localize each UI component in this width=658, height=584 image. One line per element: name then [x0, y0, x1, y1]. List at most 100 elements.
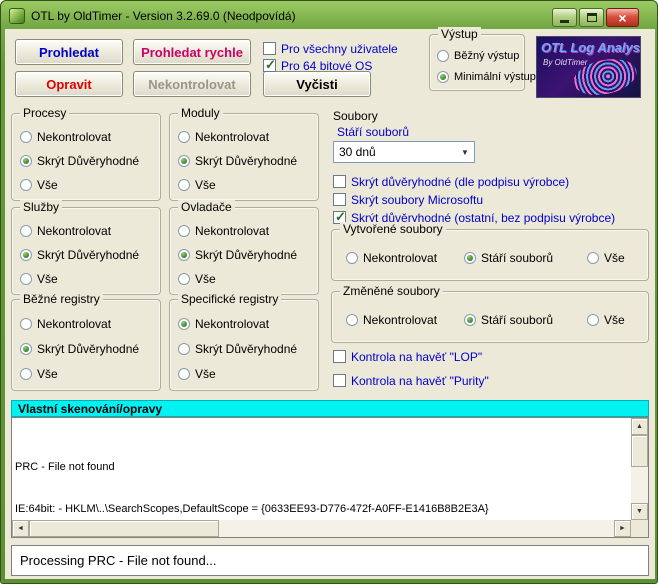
radio-selected-icon	[464, 252, 476, 264]
radio-drivers-all[interactable]: Vše	[178, 271, 216, 286]
radio-created-none[interactable]: Nekontrolovat	[346, 250, 437, 265]
radio-services-hide-trusted[interactable]: Skrýt Důvěryhodné	[20, 247, 139, 262]
checkbox-purity[interactable]: Kontrola na havěť "Purity"	[333, 373, 489, 388]
radio-icon	[178, 343, 190, 355]
radio-icon	[587, 314, 599, 326]
window-title: OTL by OldTimer - Version 3.2.69.0 (Neod…	[31, 9, 296, 23]
output-group-title: Výstup	[438, 27, 481, 41]
radio-label: Nekontrolovat	[363, 251, 437, 265]
radio-services-none[interactable]: Nekontrolovat	[20, 223, 111, 238]
radio-icon	[178, 131, 190, 143]
radio-selected-icon	[20, 155, 32, 167]
file-age-select[interactable]: 30 dnů ▼	[333, 141, 475, 163]
radio-label: Běžný výstup	[454, 50, 519, 62]
radio-standard-registry-hide-trusted[interactable]: Skrýt Důvěryhodné	[20, 341, 139, 356]
up-arrow-icon: ▲	[636, 423, 643, 430]
group-title: Běžné registry	[20, 292, 103, 306]
radio-label: Vše	[37, 272, 58, 286]
maximize-icon	[587, 13, 597, 22]
minimize-icon	[560, 20, 569, 23]
radio-output-minimal[interactable]: Minimální výstup	[437, 69, 536, 84]
scroll-up-button[interactable]: ▲	[631, 418, 648, 435]
none-button[interactable]: Nekontrolovat	[133, 71, 251, 97]
files-section-label: Soubory	[333, 109, 378, 123]
minimize-button[interactable]	[552, 8, 577, 27]
right-arrow-icon: ►	[619, 525, 626, 532]
scroll-left-button[interactable]: ◄	[12, 520, 29, 537]
radio-selected-icon	[178, 155, 190, 167]
custom-scan-header: Vlastní skenování/opravy	[11, 400, 649, 417]
radio-services-all[interactable]: Vše	[20, 271, 58, 286]
checkbox-label: Skrýt soubory Microsoftu	[351, 193, 483, 207]
radio-standard-registry-none[interactable]: Nekontrolovat	[20, 316, 111, 331]
quick-scan-button[interactable]: Prohledat rychle	[133, 39, 251, 65]
radio-modified-age[interactable]: Stáří souborů	[464, 312, 553, 327]
custom-scan-text[interactable]: PRC - File not found IE:64bit: - HKLM\..…	[15, 420, 629, 518]
radio-modules-all[interactable]: Vše	[178, 177, 216, 192]
group-custom-registry: Specifické registry Nekontrolovat Skrýt …	[169, 299, 319, 391]
scan-button[interactable]: Prohledat	[15, 39, 123, 65]
group-title: Služby	[20, 200, 62, 214]
radio-created-age[interactable]: Stáří souborů	[464, 250, 553, 265]
radio-label: Nekontrolovat	[195, 224, 269, 238]
radio-custom-registry-none[interactable]: Nekontrolovat	[178, 316, 269, 331]
radio-icon	[20, 318, 32, 330]
radio-created-all[interactable]: Vše	[587, 250, 625, 265]
radio-label: Nekontrolovat	[195, 317, 269, 331]
horizontal-scrollbar[interactable]: ◄ ►	[12, 520, 631, 537]
radio-custom-registry-all[interactable]: Vše	[178, 366, 216, 381]
radio-label: Skrýt Důvěryhodné	[195, 248, 297, 262]
radio-processes-none[interactable]: Nekontrolovat	[20, 129, 111, 144]
radio-label: Skrýt Důvěryhodné	[195, 342, 297, 356]
radio-modules-none[interactable]: Nekontrolovat	[178, 129, 269, 144]
log-area[interactable]: PRC - File not found IE:64bit: - HKLM\..…	[11, 417, 649, 538]
log-line: PRC - File not found	[15, 460, 629, 474]
radio-label: Vše	[604, 251, 625, 265]
group-title: Procesy	[20, 106, 69, 120]
status-bar: Processing PRC - File not found...	[11, 545, 649, 576]
radio-icon	[587, 252, 599, 264]
group-created-files: Vytvořené soubory Nekontrolovat Stáří so…	[331, 229, 649, 281]
radio-selected-icon	[20, 249, 32, 261]
radio-processes-hide-trusted[interactable]: Skrýt Důvěryhodné	[20, 153, 139, 168]
maximize-button[interactable]	[579, 8, 604, 27]
radio-drivers-none[interactable]: Nekontrolovat	[178, 223, 269, 238]
radio-output-standard[interactable]: Běžný výstup	[437, 48, 519, 63]
file-age-value: 30 dnů	[334, 145, 456, 159]
output-group: Výstup Běžný výstup Minimální výstup	[429, 34, 525, 91]
horizontal-scroll-thumb[interactable]	[29, 520, 219, 537]
radio-modules-hide-trusted[interactable]: Skrýt Důvěryhodné	[178, 153, 297, 168]
radio-standard-registry-all[interactable]: Vše	[20, 366, 58, 381]
scrollbar-corner	[631, 520, 648, 537]
radio-drivers-hide-trusted[interactable]: Skrýt Důvěryhodné	[178, 247, 297, 262]
checkbox-label: Kontrola na havěť "Purity"	[351, 374, 489, 388]
close-icon: ×	[618, 10, 626, 26]
close-button[interactable]: ×	[606, 8, 639, 27]
checkbox-icon	[263, 42, 276, 55]
vertical-scroll-thumb[interactable]	[631, 435, 648, 467]
radio-modified-none[interactable]: Nekontrolovat	[346, 312, 437, 327]
radio-label: Skrýt Důvěryhodné	[37, 154, 139, 168]
radio-selected-icon	[178, 318, 190, 330]
status-text: Processing PRC - File not found...	[20, 553, 217, 568]
radio-label: Stáří souborů	[481, 313, 553, 327]
vertical-scrollbar[interactable]: ▲ ▼	[631, 418, 648, 520]
checkbox-hide-microsoft[interactable]: Skrýt soubory Microsoftu	[333, 192, 483, 207]
fix-button[interactable]: Opravit	[15, 71, 123, 97]
down-arrow-icon: ▼	[636, 508, 643, 515]
radio-custom-registry-hide-trusted[interactable]: Skrýt Důvěryhodné	[178, 341, 297, 356]
checkbox-hide-signed[interactable]: Skrýt důvěryhodné (dle podpisu výrobce)	[333, 174, 569, 189]
clean-button[interactable]: Vyčisti	[263, 71, 371, 97]
radio-label: Nekontrolovat	[37, 130, 111, 144]
radio-processes-all[interactable]: Vše	[20, 177, 58, 192]
radio-label: Skrýt Důvěryhodné	[37, 342, 139, 356]
radio-label: Vše	[37, 178, 58, 192]
radio-label: Minimální výstup	[454, 71, 536, 83]
scroll-right-button[interactable]: ►	[614, 520, 631, 537]
checkbox-all-users[interactable]: Pro všechny uživatele	[263, 41, 398, 56]
checkbox-lop[interactable]: Kontrola na havěť "LOP"	[333, 349, 482, 364]
checkbox-win64[interactable]: Pro 64 bitové OS	[263, 58, 372, 73]
radio-modified-all[interactable]: Vše	[587, 312, 625, 327]
radio-icon	[20, 131, 32, 143]
scroll-down-button[interactable]: ▼	[631, 503, 648, 520]
